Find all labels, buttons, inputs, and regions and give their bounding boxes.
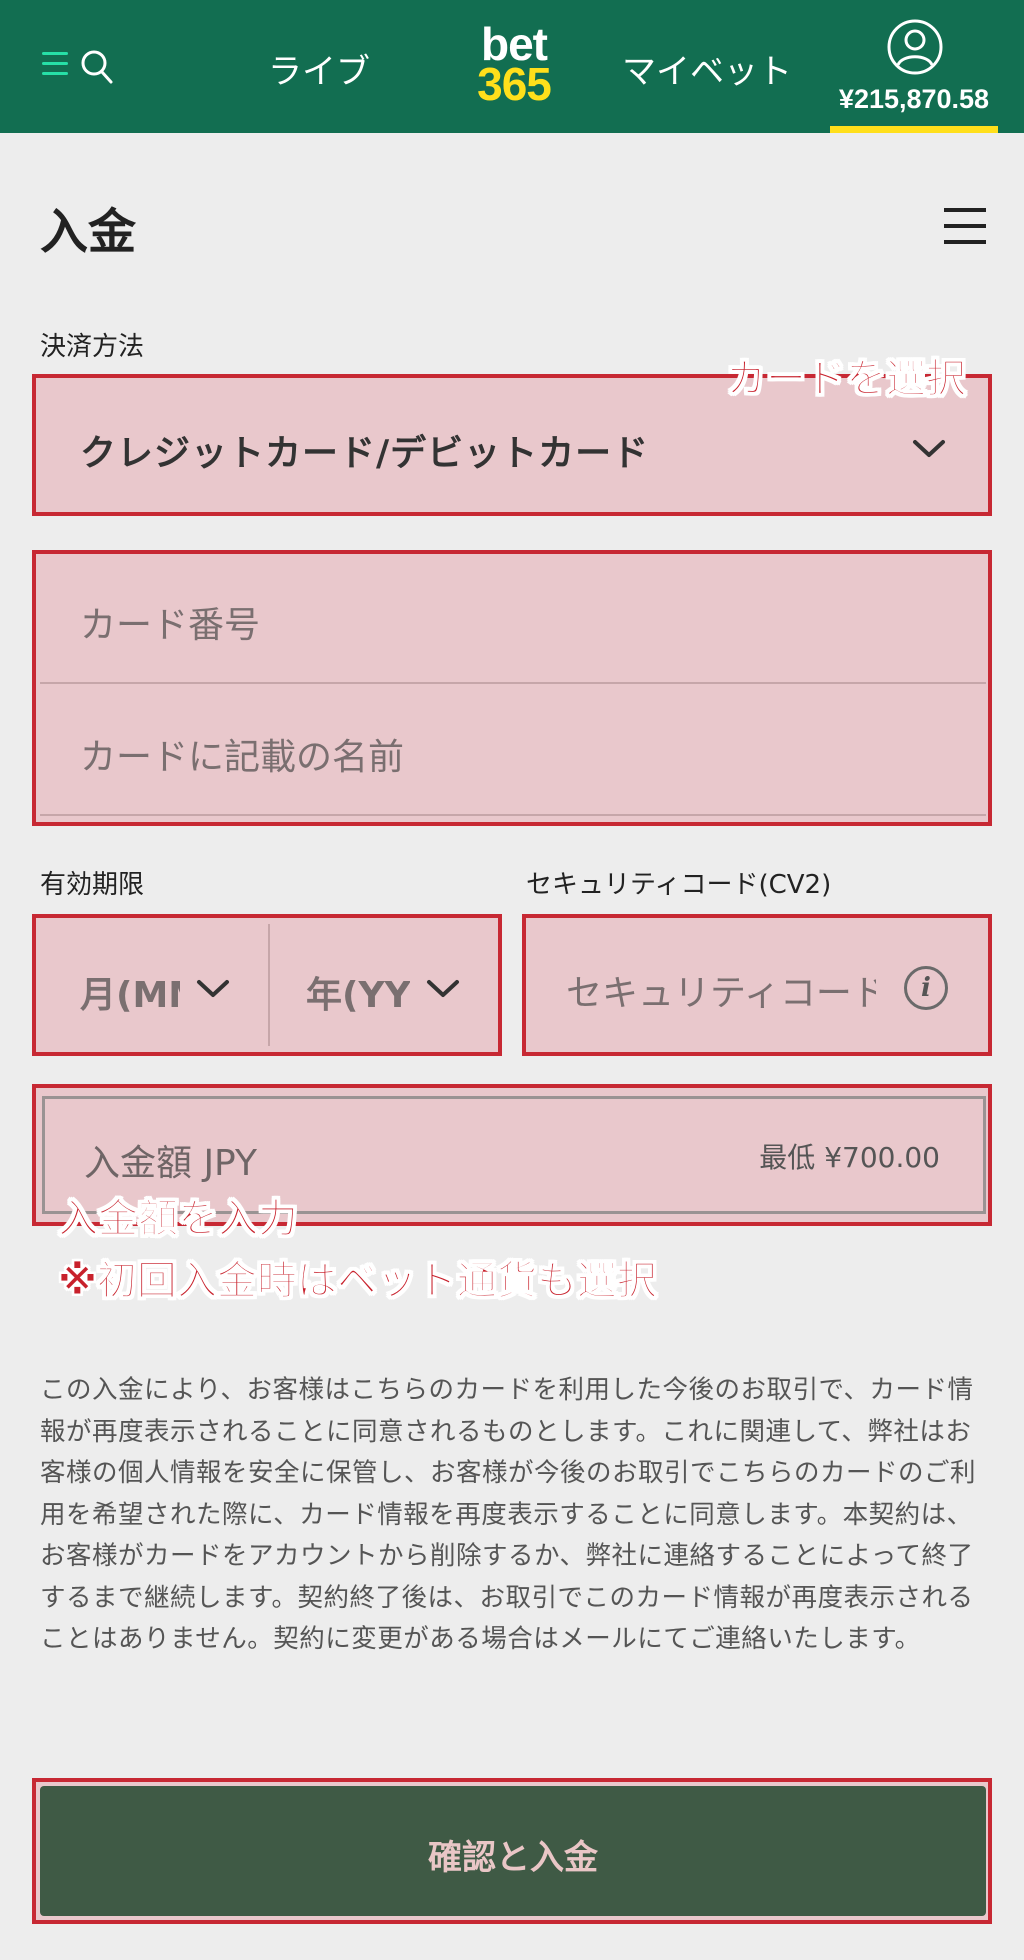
account-balance: ¥215,870.58 (838, 84, 990, 114)
minimum-deposit-text: 最低 ¥700.00 (759, 1141, 940, 1174)
nav-mybets-link[interactable]: マイベット (622, 44, 792, 93)
page-menu-icon[interactable] (944, 208, 986, 244)
chevron-down-icon (427, 980, 459, 997)
card-details-group (32, 550, 992, 826)
deposit-amount-placeholder: 入金額 JPY (84, 1143, 257, 1184)
card-fields-bottom-border (40, 814, 986, 816)
search-icon[interactable] (80, 49, 114, 85)
payment-method-label: 決済方法 (40, 332, 145, 362)
chevron-down-icon (913, 440, 945, 457)
user-avatar-icon (887, 19, 943, 75)
expiry-year-select[interactable]: 年(YY) (306, 966, 410, 1018)
card-fields-divider (40, 682, 986, 684)
bet365-logo[interactable]: bet 365 (466, 21, 562, 110)
expiry-divider (268, 924, 270, 1046)
top-header: ライブ bet 365 マイベット ¥215,870.58 (0, 0, 1024, 133)
confirm-deposit-label: 確認と入金 (428, 1838, 598, 1878)
annotation-first-deposit-note: ※初回入金時はベット通貨も選択 (58, 1258, 658, 1305)
security-code-placeholder: セキュリティコード (566, 973, 876, 1014)
consent-paragraph: この入金により、お客様はこちらのカードを利用した今後のお取引で、カード情報が再度… (40, 1375, 977, 1654)
security-code-label: セキュリティコード(CV2) (526, 870, 832, 900)
card-name-input[interactable]: カードに記載の名前 (80, 728, 404, 780)
info-icon[interactable]: i (904, 966, 948, 1010)
logo-bottom-text: 365 (477, 58, 552, 110)
annotation-enter-amount: 入金額を入力 (58, 1196, 299, 1243)
page-title: 入金 (40, 204, 137, 260)
expiry-label: 有効期限 (40, 870, 145, 900)
payment-method-value: クレジットカード/デビットカード (80, 433, 650, 474)
hamburger-menu-icon[interactable] (42, 52, 68, 76)
annotation-select-card: カードを選択 (726, 356, 967, 403)
account-active-indicator (830, 126, 998, 133)
expiry-month-select[interactable]: 月(MM) (80, 966, 180, 1018)
account-button[interactable]: ¥215,870.58 (828, 18, 1000, 133)
chevron-down-icon (197, 980, 229, 997)
nav-live-link[interactable]: ライブ (268, 44, 370, 93)
card-number-input[interactable]: カード番号 (80, 596, 260, 648)
